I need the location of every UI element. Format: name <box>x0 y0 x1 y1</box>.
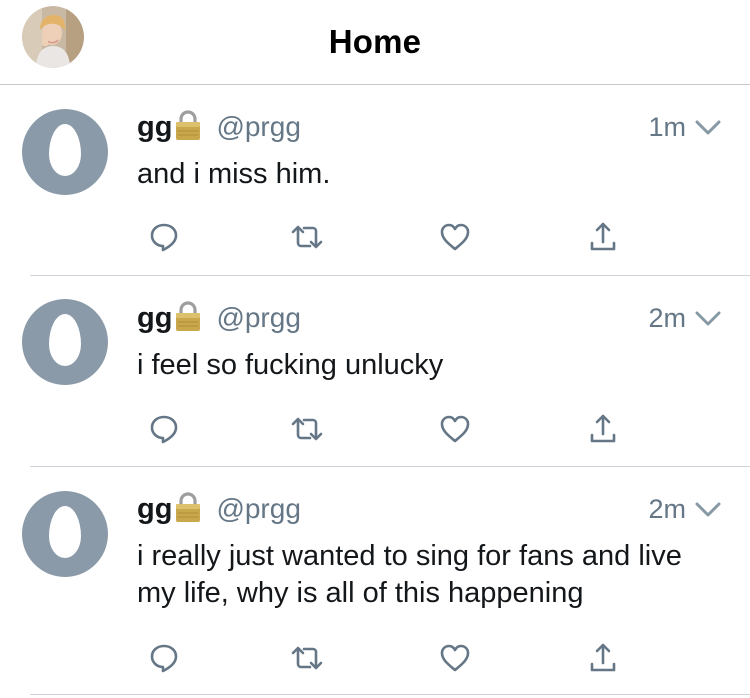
heart-icon <box>440 644 470 672</box>
tweet[interactable]: gg @prgg 2m i really just wanted to sing… <box>0 467 750 698</box>
retweet-button[interactable] <box>287 638 327 678</box>
reply-button[interactable] <box>144 638 184 678</box>
heart-icon <box>440 223 470 251</box>
like-button[interactable] <box>435 638 475 678</box>
share-icon <box>590 414 616 443</box>
lock-icon <box>174 109 202 141</box>
tweet-text: i really just wanted to sing for fans an… <box>137 540 682 609</box>
display-name[interactable]: gg <box>137 301 172 335</box>
avatar[interactable] <box>22 299 108 385</box>
user-handle[interactable]: @prgg <box>216 110 300 144</box>
like-button[interactable] <box>435 217 475 257</box>
user-handle[interactable]: @prgg <box>216 492 300 526</box>
tweet-actions <box>137 638 637 678</box>
retweet-icon <box>291 225 323 249</box>
retweet-icon <box>291 417 323 441</box>
share-icon <box>590 222 616 251</box>
reply-icon <box>150 644 178 673</box>
tweet-text: and i miss him. <box>137 158 331 190</box>
tweet-timestamp: 2m <box>648 303 686 333</box>
reply-button[interactable] <box>144 217 184 257</box>
chevron-down-icon[interactable] <box>694 500 722 520</box>
tweet[interactable]: gg @prgg 2m i feel so fucking unlucky <box>0 276 750 467</box>
tweet-header: gg @prgg <box>137 110 301 144</box>
display-name[interactable]: gg <box>137 492 172 526</box>
divider <box>30 694 750 695</box>
retweet-button[interactable] <box>287 217 327 257</box>
heart-icon <box>440 415 470 443</box>
retweet-icon <box>291 646 323 670</box>
share-button[interactable] <box>583 409 623 449</box>
tweet-header: gg @prgg <box>137 492 301 526</box>
share-button[interactable] <box>583 638 623 678</box>
egg-avatar-icon <box>49 124 81 176</box>
chevron-down-icon[interactable] <box>694 118 722 138</box>
lock-icon <box>174 300 202 332</box>
retweet-button[interactable] <box>287 409 327 449</box>
display-name[interactable]: gg <box>137 110 172 144</box>
like-button[interactable] <box>435 409 475 449</box>
tweet-actions <box>137 217 637 257</box>
reply-icon <box>150 415 178 444</box>
tweet-actions <box>137 409 637 449</box>
lock-icon <box>174 491 202 523</box>
user-handle[interactable]: @prgg <box>216 301 300 335</box>
avatar[interactable] <box>22 109 108 195</box>
egg-avatar-icon <box>49 314 81 366</box>
tweet-text: i feel so fucking unlucky <box>137 349 444 381</box>
share-button[interactable] <box>583 217 623 257</box>
reply-button[interactable] <box>144 409 184 449</box>
reply-icon <box>150 223 178 252</box>
avatar[interactable] <box>22 491 108 577</box>
share-icon <box>590 643 616 672</box>
tweet-header: gg @prgg <box>137 301 301 335</box>
egg-avatar-icon <box>49 506 81 558</box>
tweet[interactable]: gg @prgg 1m and i miss him. <box>0 86 750 276</box>
tweet-timestamp: 2m <box>648 494 686 524</box>
top-nav-bar: Home <box>0 0 750 85</box>
app-root: Home gg @prgg 1m and i miss him. gg @prg… <box>0 0 750 698</box>
chevron-down-icon[interactable] <box>694 309 722 329</box>
tweet-timestamp: 1m <box>648 112 686 142</box>
page-title: Home <box>328 23 422 60</box>
